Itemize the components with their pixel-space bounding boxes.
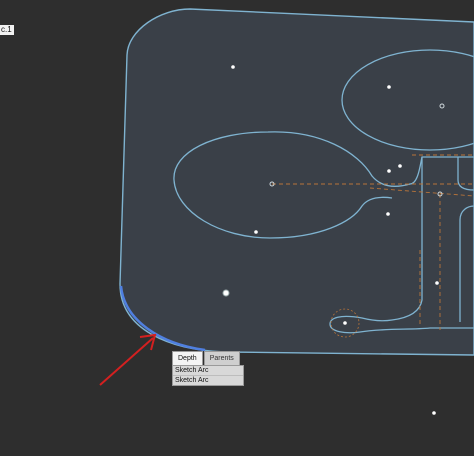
viewport-canvas[interactable]: [0, 0, 474, 456]
selection-list: Sketch Arc Sketch Arc: [172, 365, 244, 386]
list-item[interactable]: Sketch Arc: [173, 366, 243, 376]
selection-popup[interactable]: Depth Parents Sketch Arc Sketch Arc: [172, 351, 244, 386]
tab-depth[interactable]: Depth: [172, 351, 203, 365]
tab-parents[interactable]: Parents: [203, 351, 240, 365]
center-point: [222, 289, 230, 297]
list-item[interactable]: Sketch Arc: [173, 376, 243, 385]
annotation-arrow: [99, 333, 157, 386]
corner-label: c.1: [0, 25, 14, 35]
popup-tabs: Depth Parents: [172, 351, 244, 365]
